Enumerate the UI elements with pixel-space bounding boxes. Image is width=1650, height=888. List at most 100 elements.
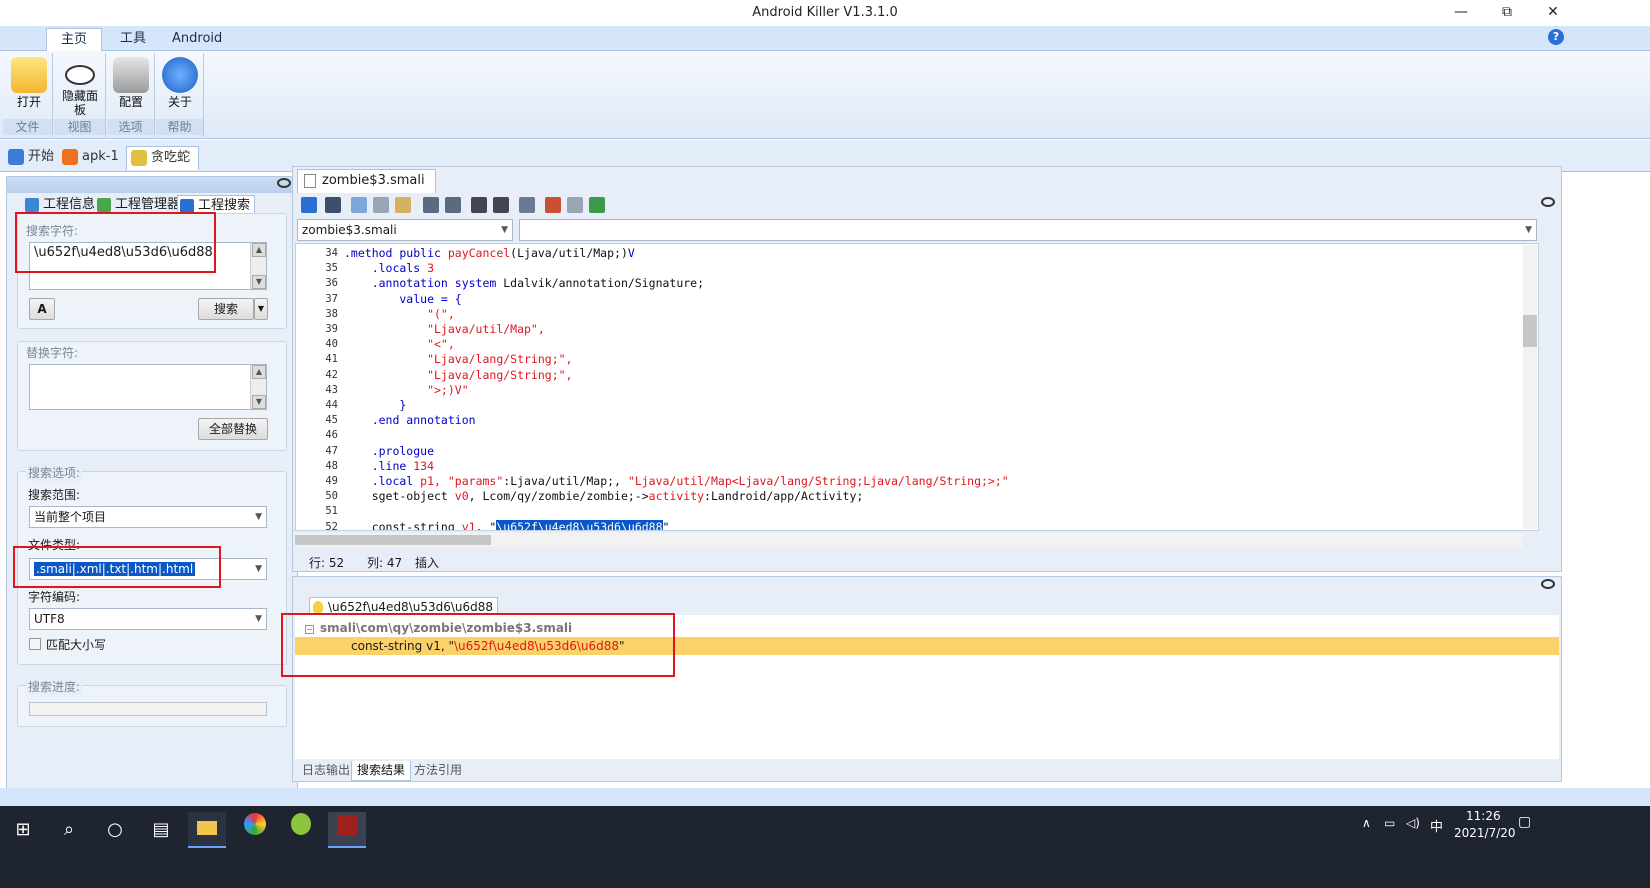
ribbon-group-options: 配置 选项	[107, 53, 155, 137]
save-icon[interactable]	[325, 197, 341, 213]
tab-tools[interactable]: 工具	[106, 28, 160, 51]
ribbon-group-view: 隐藏面板 视图	[54, 53, 106, 137]
eye-icon[interactable]	[1541, 579, 1555, 589]
replace-all-button[interactable]: 全部替换	[198, 418, 268, 440]
chevron-down-icon: ▼	[255, 512, 262, 522]
eye-icon	[65, 65, 95, 85]
match-case-checkbox[interactable]	[29, 638, 41, 650]
code-text: "Ljava/lang/String;",	[344, 352, 572, 367]
search-dropdown-button[interactable]: ▼	[254, 298, 268, 320]
code-token: v1	[461, 519, 476, 531]
hide-panel-label: 隐藏面板	[61, 89, 98, 117]
config-button[interactable]: 配置	[105, 55, 157, 125]
line-number: 51	[325, 505, 338, 518]
android-killer-icon[interactable]	[328, 812, 366, 848]
scope-label: 搜索范围:	[28, 488, 81, 502]
doc-tab-apk[interactable]: apk-1	[58, 146, 127, 170]
about-button[interactable]: 关于	[154, 55, 206, 125]
forward-icon[interactable]	[493, 197, 509, 213]
code-token: payCancel	[447, 246, 511, 260]
doc-tab-start[interactable]: 开始	[4, 146, 62, 170]
doc-tab-snake[interactable]: 贪吃蛇	[126, 146, 200, 170]
editor-status-bar: 行: 52 列: 47 插入	[295, 551, 1545, 571]
replace-input[interactable]: ▲ ▼	[29, 364, 267, 410]
search-icon[interactable]: ⌕	[50, 812, 88, 848]
search-scrollbar[interactable]: ▲ ▼	[250, 243, 266, 289]
line-number: 52	[325, 520, 338, 531]
ime-indicator[interactable]: 中	[1430, 816, 1443, 835]
code-token: (Ljava/util/Map;)	[510, 246, 628, 260]
cut-icon[interactable]	[373, 197, 389, 213]
paste-icon[interactable]	[395, 197, 411, 213]
code-text: sget-object v0, Lcom/qy/zombie/zombie;->…	[344, 489, 864, 504]
java-icon[interactable]	[545, 197, 561, 213]
code-token: "<",	[344, 337, 455, 352]
hide-panel-button[interactable]: 隐藏面板	[54, 55, 106, 125]
code-area[interactable]: 34 .method public payCancel(Ljava/util/Ma…	[295, 243, 1539, 531]
tab-log-output[interactable]: 日志输出	[297, 761, 355, 781]
horizontal-scrollbar[interactable]	[295, 533, 1523, 547]
code-text: "<",	[344, 337, 455, 352]
code-token: .local	[344, 474, 421, 488]
volume-icon[interactable]: ◁)	[1406, 816, 1420, 830]
restore-button[interactable]: ⧉	[1484, 0, 1530, 26]
file-explorer-icon[interactable]	[188, 812, 226, 848]
method-select[interactable]: ▼	[519, 219, 1537, 241]
windows-start-icon[interactable]: ⊞	[4, 812, 42, 848]
tab-search-results[interactable]: 搜索结果	[351, 761, 412, 781]
back-icon[interactable]	[471, 197, 487, 213]
network-icon[interactable]: ▭	[1384, 816, 1395, 830]
selected-text: \u652f\u4ed8\u53d6\u6d88	[496, 519, 663, 530]
minimize-button[interactable]: —	[1438, 0, 1484, 26]
tab-android[interactable]: Android	[158, 28, 236, 51]
code-token: .prologue	[344, 443, 435, 458]
notification-icon[interactable]: ▢	[1518, 814, 1531, 830]
code-token: }	[344, 398, 407, 412]
editor-tab-file[interactable]: zombie$3.smali	[297, 169, 436, 193]
doc-tab-apk-label: apk-1	[82, 149, 119, 164]
font-toggle-icon[interactable]: A	[29, 298, 55, 320]
scope-select[interactable]: 当前整个项目 ▼	[29, 506, 267, 528]
code-text: "(",	[344, 307, 455, 322]
search-progress-bar	[29, 702, 267, 716]
scroll-thumb[interactable]	[295, 535, 491, 545]
android-tool-icon[interactable]	[282, 812, 320, 848]
browser-icon[interactable]	[236, 812, 274, 848]
list-icon[interactable]	[567, 197, 583, 213]
code-token: "	[662, 519, 670, 531]
lock-icon[interactable]	[301, 197, 317, 213]
scroll-thumb[interactable]	[1523, 315, 1537, 347]
code-token: "Ljava/util/Map",	[344, 322, 545, 336]
copy-icon[interactable]	[351, 197, 367, 213]
clock-date[interactable]: 2021/7/20	[1454, 826, 1516, 840]
clock-time[interactable]: 11:26	[1466, 809, 1501, 823]
undo-icon[interactable]	[423, 197, 439, 213]
doc-tab-snake-label: 贪吃蛇	[151, 150, 191, 165]
chevron-down-icon: ▼	[255, 614, 262, 624]
open-button[interactable]: 打开	[3, 55, 55, 125]
cortana-icon[interactable]: ○	[96, 812, 134, 848]
progress-label: 搜索进度:	[26, 678, 83, 695]
encoding-select[interactable]: UTF8 ▼	[29, 608, 267, 630]
group-label-help: 帮助	[156, 119, 203, 135]
format-icon[interactable]	[519, 197, 535, 213]
redo-icon[interactable]	[445, 197, 461, 213]
vertical-scrollbar[interactable]	[1523, 245, 1537, 529]
compile-icon[interactable]	[589, 197, 605, 213]
help-icon[interactable]: ?	[1548, 29, 1564, 45]
apk-icon	[62, 149, 78, 165]
search-button[interactable]: 搜索	[198, 298, 254, 320]
code-editor-panel: zombie$3.smali zombie$3.smali ▼ ▼ 34 .meth…	[292, 166, 1562, 572]
tab-method-refs[interactable]: 方法引用	[409, 761, 467, 781]
replace-scrollbar[interactable]: ▲ ▼	[250, 365, 266, 409]
eye-icon[interactable]	[277, 178, 291, 188]
close-button[interactable]: ✕	[1530, 0, 1576, 26]
chevron-up-icon[interactable]: ∧	[1362, 816, 1371, 830]
code-token: .line	[344, 458, 414, 473]
tab-home[interactable]: 主页	[46, 28, 103, 51]
code-token: "(",	[344, 306, 455, 321]
task-view-icon[interactable]: ▤	[142, 812, 180, 848]
code-token: , "	[475, 519, 497, 531]
file-select[interactable]: zombie$3.smali ▼	[297, 219, 513, 241]
code-token: .annotation system	[344, 276, 504, 291]
